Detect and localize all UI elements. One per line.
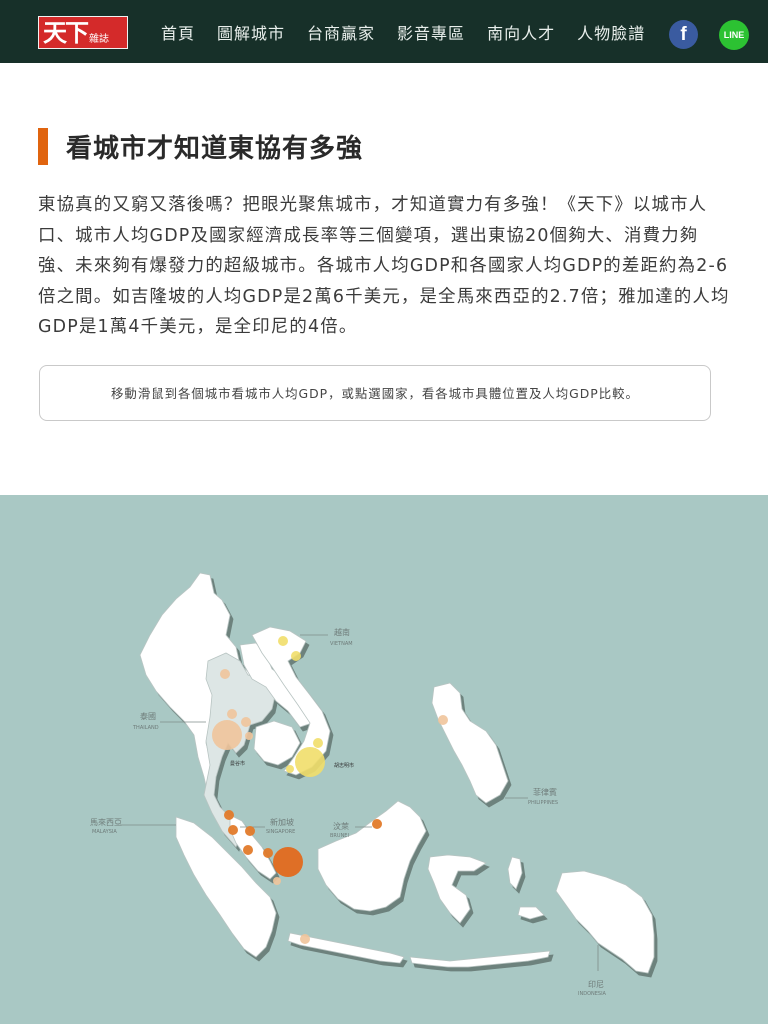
city-bubble[interactable]: [227, 709, 237, 719]
page-title: 看城市才知道東協有多強: [66, 134, 364, 164]
label-philippines-en: PHILIPPINES: [528, 800, 558, 806]
city-bubble[interactable]: [372, 819, 382, 829]
label-malaysia-en: MALAYSIA: [92, 829, 117, 835]
city-bubble[interactable]: [278, 636, 288, 646]
intro-paragraph: 東協真的又窮又落後嗎？把眼光聚焦城市，才知道實力有多強！《天下》以城市人口、城市…: [38, 195, 730, 337]
label-thailand-en: THAILAND: [132, 725, 159, 731]
city-bubble[interactable]: [286, 765, 294, 773]
instruction-box: 移動滑鼠到各個城市看城市人均GDP，或點選國家，看各城市具體位置及人均GDP比較…: [39, 365, 711, 421]
island-halmahera[interactable]: [517, 906, 545, 920]
island-borneo[interactable]: [317, 800, 427, 912]
nav-item-city-infographics[interactable]: 圖解城市: [217, 20, 285, 44]
city-bubble[interactable]: [438, 715, 448, 725]
city-bubble[interactable]: [263, 848, 273, 858]
label-brunei[interactable]: 汶萊: [333, 821, 349, 831]
city-bubble[interactable]: [291, 651, 301, 661]
city-bubble[interactable]: [245, 826, 255, 836]
city-bubble[interactable]: [220, 669, 230, 679]
main-nav: 首頁 圖解城市 台商贏家 影音專區 南向人才 人物臉譜: [150, 0, 656, 63]
label-brunei-en: BRUNEI: [330, 833, 349, 839]
logo-subtext: 雜誌: [89, 34, 109, 45]
nav-item-people-profiles[interactable]: 人物臉譜: [577, 20, 645, 44]
heading-accent-bar: [38, 128, 48, 165]
city-bubble[interactable]: [245, 732, 253, 740]
logo-text: 天下: [43, 18, 89, 47]
city-bubble-hcmc[interactable]: [295, 747, 325, 777]
article-heading: 看城市才知道東協有多強: [38, 128, 363, 165]
label-city-hcmc: 胡志明市: [334, 762, 354, 769]
site-logo[interactable]: 天下 雜誌: [38, 16, 128, 49]
nav-item-southbound-talent[interactable]: 南向人才: [487, 20, 555, 44]
city-bubble[interactable]: [243, 845, 253, 855]
island-maluku[interactable]: [507, 856, 523, 890]
asean-map: 越南 VIETNAM 泰國 THAILAND 菲律賓 PHILIPPINES 馬…: [0, 495, 768, 1024]
nav-item-home[interactable]: 首頁: [161, 20, 195, 44]
map-svg: 越南 VIETNAM 泰國 THAILAND 菲律賓 PHILIPPINES 馬…: [90, 572, 655, 997]
island-sulawesi[interactable]: [427, 854, 487, 924]
label-thailand[interactable]: 泰國: [140, 711, 156, 721]
label-city-bangkok: 曼谷市: [230, 760, 245, 767]
nav-item-taiwan-business-winners[interactable]: 台商贏家: [307, 20, 375, 44]
nav-item-video[interactable]: 影音專區: [397, 20, 465, 44]
label-vietnam[interactable]: 越南: [334, 627, 350, 637]
island-sumatra[interactable]: [175, 816, 277, 958]
label-philippines[interactable]: 菲律賓: [533, 787, 557, 797]
label-singapore[interactable]: 新加坡: [270, 817, 294, 827]
facebook-icon[interactable]: f: [669, 20, 698, 49]
city-bubble[interactable]: [273, 877, 281, 885]
line-icon[interactable]: LINE: [719, 20, 749, 50]
island-papua[interactable]: [555, 870, 655, 974]
label-singapore-en: SINGAPORE: [266, 829, 295, 835]
city-bubble[interactable]: [313, 738, 323, 748]
city-bubble[interactable]: [300, 934, 310, 944]
city-bubble[interactable]: [241, 717, 251, 727]
city-bubble-singapore[interactable]: [273, 847, 303, 877]
top-navigation-bar: 天下 雜誌 首頁 圖解城市 台商贏家 影音專區 南向人才 人物臉譜 f LINE: [0, 0, 768, 63]
label-malaysia[interactable]: 馬來西亞: [90, 818, 122, 827]
city-bubble[interactable]: [224, 810, 234, 820]
island-lesser-sunda[interactable]: [409, 950, 551, 968]
city-bubble-bangkok[interactable]: [212, 720, 242, 750]
country-philippines[interactable]: [431, 682, 509, 804]
label-vietnam-en: VIETNAM: [330, 641, 353, 647]
label-indonesia[interactable]: 印尼: [588, 980, 604, 989]
label-indonesia-en: INDONESIA: [578, 991, 607, 997]
line-label: LINE: [723, 30, 745, 40]
city-bubble[interactable]: [228, 825, 238, 835]
